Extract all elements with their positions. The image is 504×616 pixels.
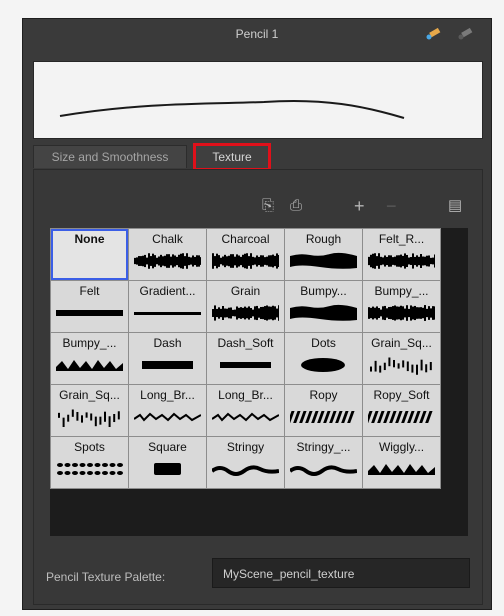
save-texture-icon[interactable]: ⎙: [290, 198, 302, 214]
texture-preview: [212, 253, 279, 269]
texture-preview: [290, 411, 355, 423]
load-texture-icon[interactable]: ⎘: [262, 198, 274, 214]
texture-preview: [56, 251, 123, 271]
texture-swatch[interactable]: Grain_Sq...: [363, 333, 440, 384]
texture-name: Spots: [74, 440, 105, 454]
texture-swatch[interactable]: Long_Br...: [129, 385, 206, 436]
texture-preview: [290, 304, 357, 321]
pencil-color-icon[interactable]: [425, 27, 443, 41]
texture-swatch[interactable]: Bumpy_...: [363, 281, 440, 332]
texture-preview: [368, 411, 433, 423]
texture-name: Stringy: [226, 440, 265, 454]
texture-preview: [56, 310, 123, 316]
texture-preview: [368, 464, 435, 475]
texture-swatch[interactable]: Dash: [129, 333, 206, 384]
texture-name: Long_Br...: [218, 388, 273, 402]
texture-preview: [290, 252, 357, 269]
texture-name: Grain_Sq...: [371, 336, 432, 350]
texture-swatch[interactable]: Grain_Sq...: [51, 385, 128, 436]
texture-name: Chalk: [152, 232, 183, 246]
tab-size-and-smoothness[interactable]: Size and Smoothness: [33, 145, 187, 168]
texture-preview: [368, 305, 435, 321]
window-title: Pencil 1: [235, 27, 279, 41]
texture-swatch[interactable]: Spots: [51, 437, 128, 488]
texture-swatch[interactable]: Grain: [207, 281, 284, 332]
texture-swatch[interactable]: None: [51, 229, 128, 280]
texture-name: Dots: [311, 336, 336, 350]
texture-preview: [212, 465, 279, 476]
remove-texture-icon[interactable]: −: [386, 197, 397, 215]
texture-tab-content: ⎘ ⎙ + − ▤ None Chalk Charcoal Rough Felt_R..…: [33, 169, 483, 605]
texture-name: Bumpy_...: [374, 284, 429, 298]
texture-preview: [370, 357, 432, 375]
texture-preview: [142, 361, 193, 369]
texture-name: Gradient...: [139, 284, 196, 298]
texture-grid: None Chalk Charcoal Rough Felt_R... Felt Gradi…: [50, 228, 441, 489]
texture-name: Dash: [153, 336, 182, 350]
texture-name: Dash_Soft: [217, 336, 274, 350]
texture-swatch[interactable]: Bumpy_...: [51, 333, 128, 384]
texture-name: Felt_R...: [378, 232, 425, 246]
texture-swatch[interactable]: Dots: [285, 333, 362, 384]
texture-name: None: [74, 232, 105, 246]
texture-library: None Chalk Charcoal Rough Felt_R... Felt Gradi…: [50, 228, 468, 536]
texture-swatch[interactable]: Square: [129, 437, 206, 488]
texture-name: Grain: [230, 284, 261, 298]
texture-swatch[interactable]: Charcoal: [207, 229, 284, 280]
texture-preview: [58, 409, 120, 427]
texture-swatch[interactable]: Stringy_...: [285, 437, 362, 488]
texture-name: Wiggly...: [378, 440, 425, 454]
texture-name: Ropy_Soft: [373, 388, 430, 402]
texture-name: Charcoal: [221, 232, 270, 246]
texture-name: Square: [148, 440, 187, 454]
tab-texture[interactable]: Texture: [193, 143, 271, 171]
texture-preview: [212, 412, 279, 422]
texture-swatch[interactable]: Ropy: [285, 385, 362, 436]
texture-swatch[interactable]: Stringy: [207, 437, 284, 488]
texture-name: Grain_Sq...: [59, 388, 120, 402]
texture-preview: [290, 465, 357, 476]
texture-swatch[interactable]: Chalk: [129, 229, 206, 280]
texture-name: Stringy_...: [296, 440, 351, 454]
texture-swatch[interactable]: Ropy_Soft: [363, 385, 440, 436]
stroke-preview: [33, 61, 483, 139]
texture-name: Ropy: [309, 388, 338, 402]
texture-swatch[interactable]: Long_Br...: [207, 385, 284, 436]
palette-label: Pencil Texture Palette:: [46, 570, 166, 584]
texture-preview: [57, 463, 123, 475]
texture-swatch[interactable]: Wiggly...: [363, 437, 440, 488]
pencil-properties-panel: Pencil 1 Size and Smoothness Texture ⎘ ⎙…: [22, 18, 492, 610]
add-texture-icon[interactable]: +: [354, 197, 365, 215]
pencil-transform-icon[interactable]: [457, 27, 475, 41]
menu-icon[interactable]: ▤: [448, 198, 462, 214]
texture-preview: [301, 358, 345, 372]
texture-preview: [220, 362, 271, 368]
texture-swatch[interactable]: Felt: [51, 281, 128, 332]
texture-swatch[interactable]: Rough: [285, 229, 362, 280]
texture-name: Bumpy...: [300, 284, 347, 298]
texture-preview: [154, 463, 181, 475]
texture-name: Rough: [305, 232, 342, 246]
texture-preview: [56, 360, 123, 371]
texture-swatch[interactable]: Bumpy...: [285, 281, 362, 332]
texture-name: Long_Br...: [140, 388, 195, 402]
texture-swatch[interactable]: Dash_Soft: [207, 333, 284, 384]
texture-swatch[interactable]: Felt_R...: [363, 229, 440, 280]
stroke-preview-line: [59, 99, 405, 119]
texture-preview: [134, 312, 201, 315]
texture-preview: [368, 253, 435, 269]
texture-preview: [134, 253, 201, 269]
texture-preview: [212, 305, 279, 321]
texture-name: Felt: [79, 284, 100, 298]
palette-field[interactable]: MyScene_pencil_texture: [212, 558, 470, 588]
texture-preview: [134, 412, 201, 422]
texture-swatch[interactable]: Gradient...: [129, 281, 206, 332]
texture-name: Bumpy_...: [62, 336, 117, 350]
